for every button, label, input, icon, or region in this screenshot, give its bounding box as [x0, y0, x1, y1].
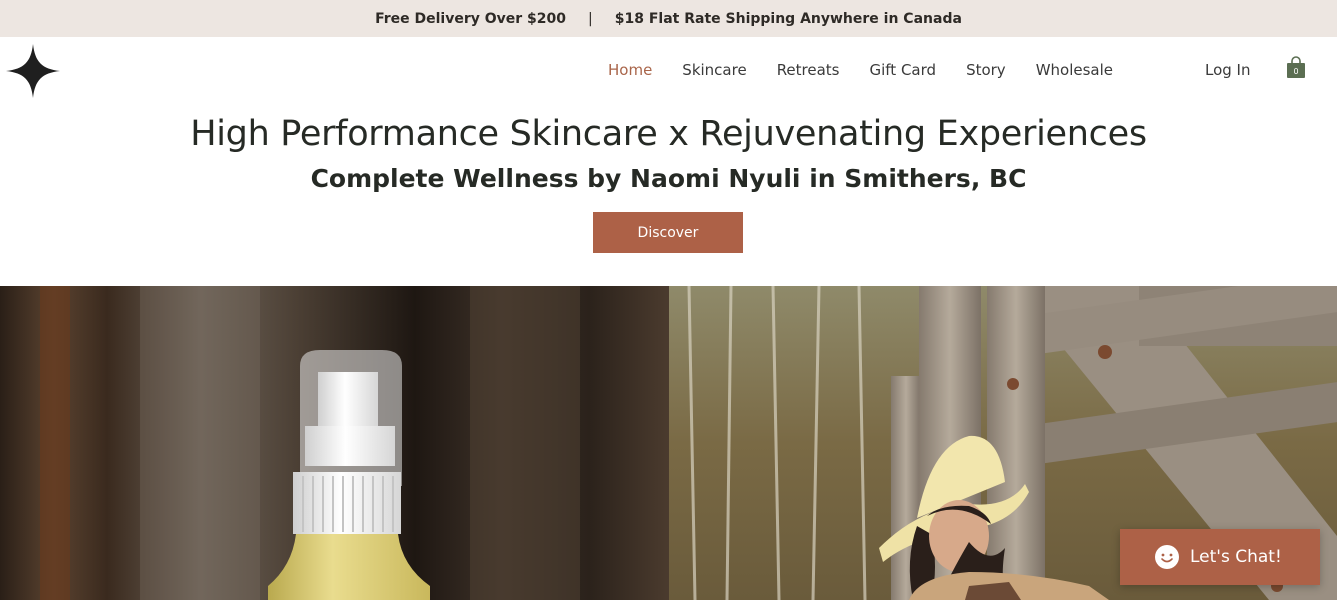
chat-widget-button[interactable]: Let's Chat! — [1120, 529, 1320, 585]
shopping-bag-icon[interactable]: 0 — [1286, 56, 1306, 80]
main-nav: Home Skincare Retreats Gift Card Story W… — [593, 58, 1128, 82]
product-spray-bottle-image — [0, 286, 669, 600]
cart-count: 0 — [1293, 67, 1298, 76]
announcement-right: $18 Flat Rate Shipping Anywhere in Canad… — [614, 10, 962, 27]
login-link[interactable]: Log In — [1205, 58, 1251, 82]
nav-item-retreats[interactable]: Retreats — [762, 58, 855, 82]
announcement-bar: Free Delivery Over $200 | $18 Flat Rate … — [0, 0, 1337, 37]
nav-item-story[interactable]: Story — [951, 58, 1021, 82]
chat-label: Let's Chat! — [1190, 547, 1282, 567]
announcement-separator: | — [588, 10, 593, 27]
nav-item-gift-card[interactable]: Gift Card — [855, 58, 952, 82]
nav-item-skincare[interactable]: Skincare — [667, 58, 761, 82]
hero-title: High Performance Skincare x Rejuvenating… — [190, 114, 1147, 154]
nav-item-wholesale[interactable]: Wholesale — [1021, 58, 1128, 82]
smiley-chat-icon — [1155, 545, 1179, 569]
nav-item-home[interactable]: Home — [593, 58, 667, 82]
announcement-left: Free Delivery Over $200 — [375, 10, 567, 27]
discover-button[interactable]: Discover — [593, 212, 743, 253]
hero-subtitle: Complete Wellness by Naomi Nyuli in Smit… — [310, 164, 1027, 193]
logo-star-icon[interactable] — [6, 44, 60, 98]
